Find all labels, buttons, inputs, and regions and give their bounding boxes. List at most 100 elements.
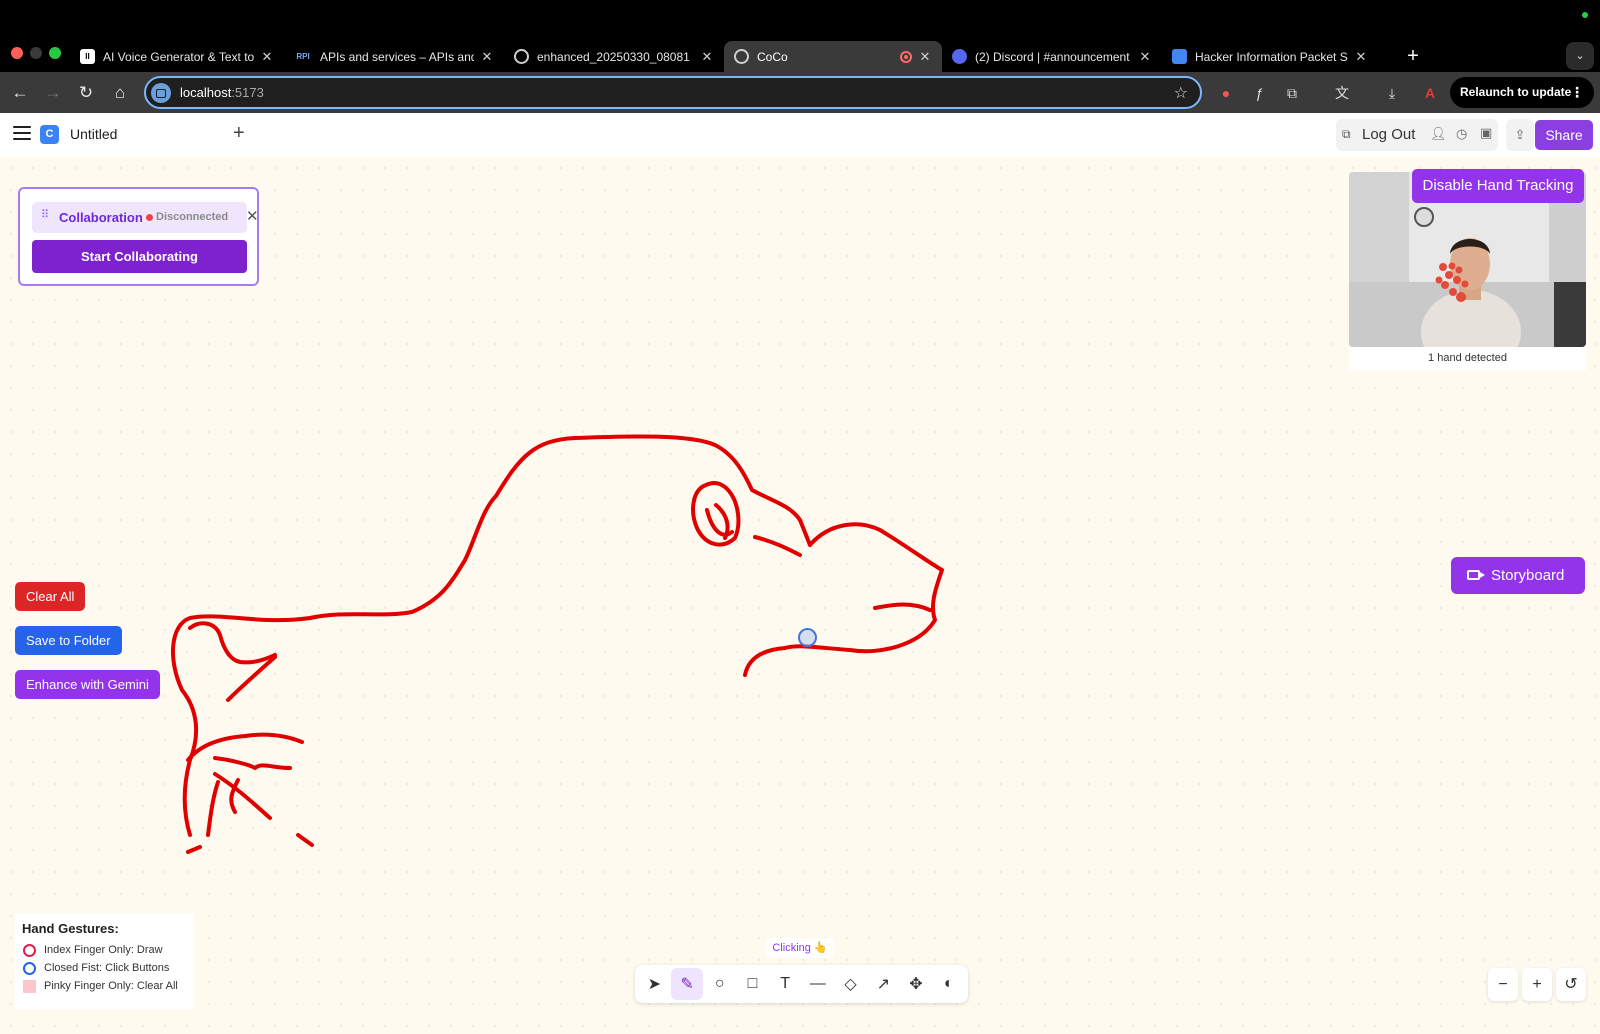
zoom-in-icon[interactable]: + bbox=[1522, 968, 1552, 1001]
browser-tab-active[interactable]: CoCo ✕ bbox=[724, 41, 942, 72]
add-page-icon[interactable]: + bbox=[233, 122, 245, 145]
logout-button[interactable]: Log Out bbox=[1362, 126, 1415, 143]
move-tool-icon[interactable]: ✥ bbox=[900, 968, 933, 1000]
storyboard-button[interactable]: Storyboard bbox=[1451, 557, 1585, 594]
tab-close-icon[interactable]: ✕ bbox=[1138, 49, 1152, 65]
reload-icon[interactable]: ↻ bbox=[73, 80, 99, 106]
start-collaborating-button[interactable]: Start Collaborating bbox=[32, 240, 247, 273]
share-button[interactable]: Share bbox=[1535, 120, 1593, 150]
save-to-folder-button[interactable]: Save to Folder bbox=[15, 626, 122, 655]
site-info-icon[interactable] bbox=[151, 83, 171, 103]
extension-hand-icon[interactable]: ● bbox=[1215, 82, 1237, 104]
legend-title: Hand Gestures: bbox=[22, 921, 119, 936]
window-zoom-button[interactable] bbox=[49, 47, 61, 59]
download-icon[interactable]: ⤓ bbox=[1381, 82, 1403, 104]
forward-icon[interactable]: → bbox=[40, 80, 66, 106]
extensions-puzzle-icon[interactable]: ⧉ bbox=[1281, 82, 1303, 104]
browser-tab[interactable]: II AI Voice Generator & Text to S ✕ bbox=[70, 41, 284, 72]
hand-cursor bbox=[798, 628, 817, 647]
drag-handle-icon[interactable]: ⠿ bbox=[41, 208, 51, 221]
hand-detection-status: 1 hand detected bbox=[1349, 347, 1586, 370]
enhance-with-gemini-button[interactable]: Enhance with Gemini bbox=[15, 670, 160, 699]
red-ring-icon bbox=[23, 944, 36, 957]
home-icon[interactable]: ⌂ bbox=[107, 80, 133, 106]
browser-titlebar: II AI Voice Generator & Text to S ✕ RPI … bbox=[0, 0, 1600, 72]
line-tool-icon[interactable]: — bbox=[802, 968, 835, 1000]
pen-stroke bbox=[213, 756, 292, 770]
address-bar[interactable]: localhost:5173 ☆ bbox=[144, 76, 1202, 109]
whiteboard-app: C Untitled + ⧉ Log Out 👤︎ ◷ ▣ ⇪ Share ⠿ … bbox=[0, 113, 1600, 1034]
legend-item: Index Finger Only: Draw bbox=[22, 941, 187, 959]
clear-all-button[interactable]: Clear All bbox=[15, 582, 86, 611]
new-tab-button[interactable]: + bbox=[1399, 41, 1427, 72]
extension-acrobat-icon[interactable]: A bbox=[1419, 82, 1441, 104]
tab-close-icon[interactable]: ✕ bbox=[918, 49, 932, 65]
legend-label: Closed Fist: Click Buttons bbox=[44, 962, 170, 974]
legend-item: Pinky Finger Only: Clear All bbox=[22, 977, 187, 995]
close-icon[interactable]: ✕ bbox=[246, 207, 259, 225]
blue-ring-icon bbox=[23, 962, 36, 975]
extension-formula-icon[interactable]: ƒ bbox=[1248, 82, 1270, 104]
zoom-out-icon[interactable]: − bbox=[1488, 968, 1518, 1001]
pen-stroke bbox=[691, 481, 741, 547]
ellipse-tool-icon[interactable]: ○ bbox=[703, 968, 736, 1000]
eraser-tool-icon[interactable]: ◇ bbox=[834, 968, 867, 1000]
tab-close-icon[interactable]: ✕ bbox=[1354, 49, 1368, 65]
window-close-button[interactable] bbox=[11, 47, 23, 59]
header-actions: ⧉ Log Out 👤︎ ◷ ▣ bbox=[1336, 119, 1498, 151]
menu-hamburger-icon[interactable] bbox=[13, 126, 31, 140]
menu-kebab-icon[interactable]: ⋮ bbox=[1570, 77, 1584, 108]
globe-icon bbox=[734, 49, 749, 64]
rectangle-tool-icon[interactable]: □ bbox=[736, 968, 769, 1000]
export-icon[interactable]: ⇪ bbox=[1506, 119, 1534, 151]
tab-search-icon[interactable]: ⌄ bbox=[1566, 42, 1594, 70]
tab-close-icon[interactable]: ✕ bbox=[260, 49, 274, 65]
app-header: C Untitled + ⧉ Log Out 👤︎ ◷ ▣ ⇪ Share bbox=[0, 113, 1600, 157]
document-title[interactable]: Untitled bbox=[70, 126, 117, 142]
external-link-icon[interactable]: ↗ bbox=[867, 968, 900, 1000]
back-icon[interactable]: ← bbox=[7, 80, 33, 106]
pen-tool-icon[interactable]: ✎ bbox=[670, 968, 704, 1000]
browser-toolbar: ← → ↻ ⌂ localhost:5173 ☆ ● ƒ ⧉ 文 ⤓ A Rel… bbox=[0, 72, 1600, 113]
pen-stroke bbox=[186, 732, 304, 762]
collaboration-panel: ⠿ Collaboration Disconnected ✕ Start Col… bbox=[18, 187, 259, 286]
recording-icon[interactable] bbox=[900, 50, 912, 63]
pen-stroke bbox=[873, 602, 932, 612]
user-icon[interactable]: 👤︎ bbox=[1430, 126, 1447, 142]
browser-tab[interactable]: RPI APIs and services – APIs and ✕ bbox=[284, 41, 504, 72]
pen-stroke bbox=[705, 503, 734, 540]
freehand-drawing bbox=[171, 434, 944, 854]
image-icon[interactable]: ▣ bbox=[1480, 125, 1492, 141]
tab-close-icon[interactable]: ✕ bbox=[700, 49, 714, 65]
tab-title: Hacker Information Packet Sp bbox=[1195, 49, 1348, 64]
video-camera-icon bbox=[1467, 570, 1485, 580]
status-indicator-dot bbox=[146, 214, 153, 221]
relaunch-button[interactable]: Relaunch to update ⋮ bbox=[1450, 77, 1594, 108]
text-tool-icon[interactable]: T bbox=[769, 968, 802, 1000]
select-tool-icon[interactable]: ➤ bbox=[638, 968, 671, 1000]
browser-tab[interactable]: enhanced_20250330_08081 ✕ bbox=[504, 41, 724, 72]
relaunch-label: Relaunch to update bbox=[1460, 85, 1572, 99]
disable-hand-tracking-button[interactable]: Disable Hand Tracking bbox=[1412, 169, 1584, 203]
address-text: localhost:5173 bbox=[180, 85, 264, 100]
history-icon[interactable]: ◷ bbox=[1456, 126, 1467, 142]
hand-gestures-legend: Hand Gestures: Index Finger Only: Draw C… bbox=[15, 913, 194, 1009]
tab-strip: II AI Voice Generator & Text to S ✕ RPI … bbox=[70, 41, 1378, 72]
collaboration-header: ⠿ Collaboration Disconnected bbox=[32, 202, 247, 233]
pen-stroke bbox=[743, 522, 944, 677]
browser-tab[interactable]: Hacker Information Packet Sp ✕ bbox=[1162, 41, 1378, 72]
palette-icon[interactable]: ◐ bbox=[932, 968, 965, 1000]
pen-stroke bbox=[753, 535, 802, 557]
translate-icon[interactable]: 文 bbox=[1331, 82, 1353, 104]
reset-view-icon[interactable]: ↺ bbox=[1556, 968, 1586, 1001]
browser-tab[interactable]: (2) Discord | #announcement ✕ bbox=[942, 41, 1162, 72]
google-docs-icon bbox=[1172, 49, 1187, 64]
drawing-toolbar: ➤ ✎ ○ □ T — ◇ ↗ ✥ ◐ bbox=[635, 965, 968, 1003]
bookmark-star-icon[interactable]: ☆ bbox=[1174, 83, 1188, 103]
legend-label: Pinky Finger Only: Clear All bbox=[44, 980, 178, 992]
tab-title: enhanced_20250330_08081 bbox=[537, 49, 690, 64]
copy-icon[interactable]: ⧉ bbox=[1342, 127, 1351, 142]
tab-close-icon[interactable]: ✕ bbox=[480, 49, 494, 65]
window-minimize-button[interactable] bbox=[30, 47, 42, 59]
discord-icon bbox=[952, 49, 967, 64]
